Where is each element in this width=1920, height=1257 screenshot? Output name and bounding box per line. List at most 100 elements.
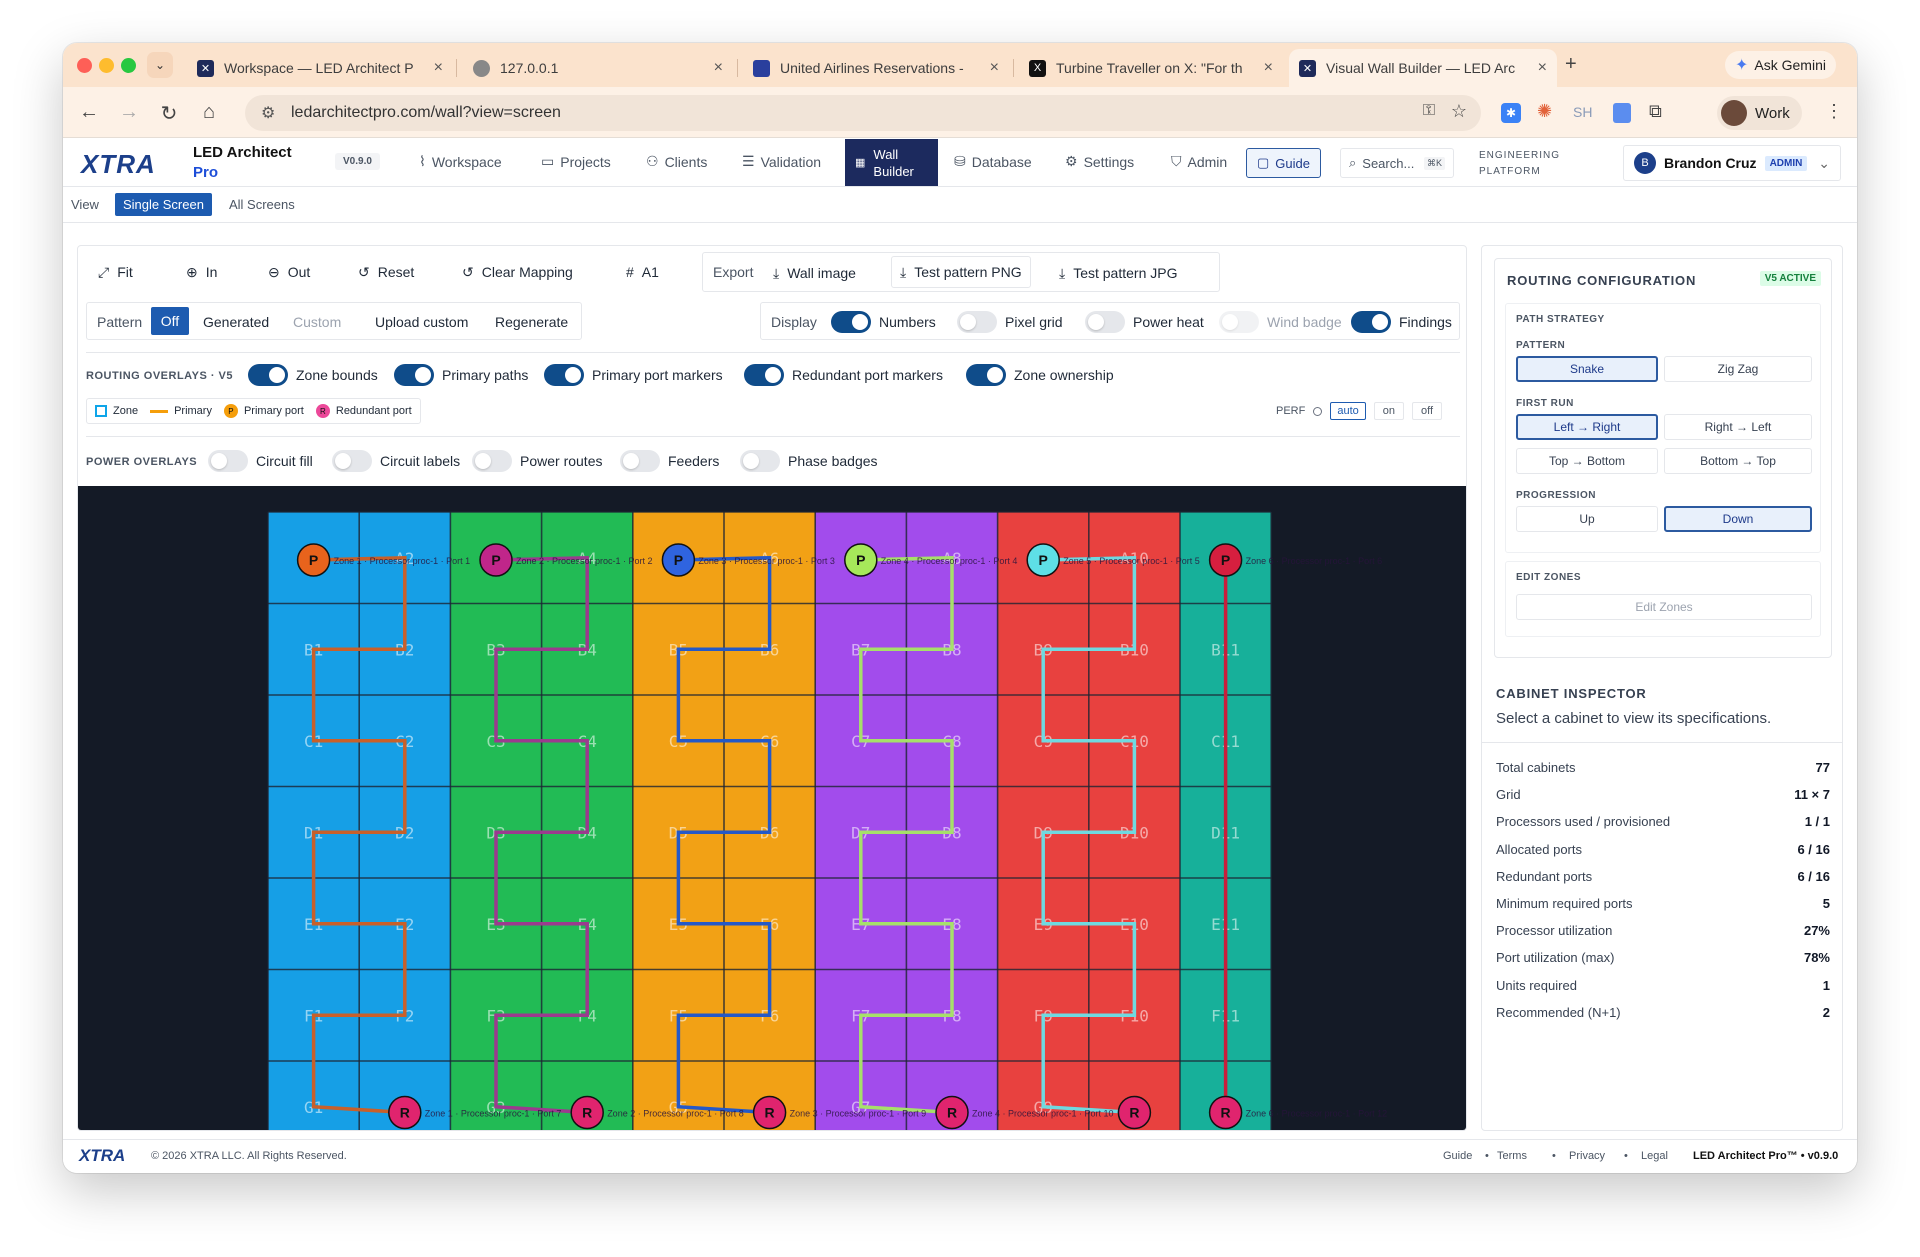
extension-doc-icon[interactable] <box>1613 103 1631 123</box>
forward-icon[interactable]: → <box>117 101 141 124</box>
single-screen-tab[interactable]: Single Screen <box>115 193 212 216</box>
minimize-window-button[interactable] <box>99 58 114 73</box>
browser-menu-icon[interactable]: ⋮ <box>1825 101 1843 122</box>
redundant-port-marker-label: R <box>400 1105 410 1121</box>
close-tab-icon[interactable]: × <box>714 59 723 77</box>
nav-validation[interactable]: ☰ Validation <box>742 153 821 170</box>
close-tab-icon[interactable]: × <box>1538 59 1547 77</box>
home-icon[interactable]: ⌂ <box>197 101 221 124</box>
maximize-window-button[interactable] <box>121 58 136 73</box>
button-label: Wall image <box>787 265 856 281</box>
address-bar[interactable]: ⚙ ledarchitectpro.com/wall?view=screen ⚿… <box>245 95 1481 131</box>
feeders-toggle[interactable] <box>620 450 660 472</box>
platform-line: ENGINEERING <box>1479 150 1561 161</box>
back-icon[interactable]: ← <box>77 101 101 124</box>
nav-workspace[interactable]: ⌇ Workspace <box>419 153 502 170</box>
activity-icon: ⌇ <box>419 153 426 169</box>
power-routes-toggle[interactable] <box>472 450 512 472</box>
site-info-icon[interactable]: ⚙ <box>261 103 275 123</box>
clear-mapping-button[interactable]: ↺ Clear Mapping <box>462 252 573 292</box>
perf-auto-option[interactable]: auto <box>1330 402 1366 420</box>
nav-wall-builder[interactable]: ▦ Wall Builder <box>845 139 938 186</box>
export-test-pattern-jpg-button[interactable]: ⤓ Test pattern JPG <box>1059 253 1177 293</box>
circuit-fill-toggle[interactable] <box>208 450 248 472</box>
export-wall-image-button[interactable]: ⤓ Wall image <box>773 253 856 293</box>
redundant-port-label: Zone 2 · Processor proc-1 · Port 8 <box>607 1109 744 1119</box>
zone-bounds-toggle[interactable] <box>248 364 288 386</box>
pattern-off-option[interactable]: Off <box>151 307 189 335</box>
upload-custom-button[interactable]: Upload custom <box>375 314 468 330</box>
regenerate-button[interactable]: Regenerate <box>495 314 568 330</box>
left-to-right-option[interactable]: Left → Right <box>1516 414 1658 440</box>
zoom-out-button[interactable]: ⊖ Out <box>268 252 310 292</box>
browser-tab[interactable]: ✕ Workspace — LED Architect P × <box>187 49 453 87</box>
zoom-in-button[interactable]: ⊕ In <box>186 252 217 292</box>
primary-paths-toggle[interactable] <box>394 364 434 386</box>
edit-zones-button[interactable]: Edit Zones <box>1516 594 1812 620</box>
snake-option[interactable]: Snake <box>1516 356 1658 382</box>
footer-link-legal[interactable]: Legal <box>1641 1150 1668 1162</box>
progression-up-option[interactable]: Up <box>1516 506 1658 532</box>
perf-off-option[interactable]: off <box>1412 402 1443 420</box>
browser-tab[interactable]: 127.0.0.1 × <box>463 49 733 87</box>
download-icon: ⤓ <box>773 264 780 281</box>
zigzag-option[interactable]: Zig Zag <box>1664 356 1812 382</box>
search-input[interactable]: ⌕ Search... ⌘K <box>1340 148 1454 178</box>
nav-admin[interactable]: ⛉ Admin <box>1171 153 1227 170</box>
all-screens-tab[interactable]: All Screens <box>229 197 295 212</box>
pattern-custom-option[interactable]: Custom <box>293 314 341 330</box>
reset-button[interactable]: ↺ Reset <box>358 252 414 292</box>
bottom-to-top-option[interactable]: Bottom → Top <box>1664 448 1812 474</box>
footer-link-guide[interactable]: Guide <box>1443 1150 1472 1162</box>
cell-selector[interactable]: # A1 <box>626 252 659 292</box>
primary-port-markers-toggle[interactable] <box>544 364 584 386</box>
wind-badge-toggle[interactable] <box>1219 311 1259 333</box>
redundant-port-markers-toggle[interactable] <box>744 364 784 386</box>
profile-button[interactable]: Work <box>1717 96 1802 130</box>
top-to-bottom-option[interactable]: Top → Bottom <box>1516 448 1658 474</box>
xtra-logo[interactable]: XTRA <box>81 149 156 180</box>
bookmark-star-icon[interactable]: ☆ <box>1451 101 1467 122</box>
gemini-button[interactable]: ✦ Ask Gemini <box>1725 51 1836 79</box>
export-test-pattern-png-button[interactable]: ⤓ Test pattern PNG <box>891 256 1031 288</box>
power-heat-toggle[interactable] <box>1085 311 1125 333</box>
findings-toggle[interactable] <box>1351 311 1391 333</box>
browser-tab-active[interactable]: ✕ Visual Wall Builder — LED Arc × <box>1289 49 1557 87</box>
extensions-puzzle-icon[interactable]: ⧉ <box>1649 101 1662 122</box>
browser-tab[interactable]: X Turbine Traveller on X: "For th × <box>1019 49 1283 87</box>
pattern-generated-option[interactable]: Generated <box>203 314 269 330</box>
browser-tab[interactable]: United Airlines Reservations - × <box>743 49 1009 87</box>
close-tab-icon[interactable]: × <box>990 59 999 77</box>
toggle-label: Wind badge <box>1267 314 1342 330</box>
zone-ownership-toggle[interactable] <box>966 364 1006 386</box>
led-wall[interactable]: A1A2A3A4A5A6A7A8A9A10A11B1B2B3B4B5B6B7B8… <box>78 486 1467 1131</box>
close-window-button[interactable] <box>77 58 92 73</box>
extension-claude-icon[interactable]: ✺ <box>1537 101 1552 122</box>
nav-settings[interactable]: ⚙ Settings <box>1065 153 1134 170</box>
extension-sh-icon[interactable]: SH <box>1573 104 1592 120</box>
close-tab-icon[interactable]: × <box>434 59 443 77</box>
key-icon[interactable]: ⚿ <box>1423 102 1435 120</box>
reload-icon[interactable]: ↻ <box>157 101 181 126</box>
circuit-labels-toggle[interactable] <box>332 450 372 472</box>
nav-clients[interactable]: ⚇ Clients <box>646 153 707 170</box>
footer-link-terms[interactable]: Terms <box>1497 1150 1527 1162</box>
pixel-grid-toggle[interactable] <box>957 311 997 333</box>
numbers-toggle[interactable] <box>831 311 871 333</box>
user-menu[interactable]: B Brandon Cruz ADMIN ⌄ <box>1623 145 1841 181</box>
footer-link-privacy[interactable]: Privacy <box>1569 1150 1605 1162</box>
extension-icon[interactable]: ✱ <box>1501 103 1521 123</box>
toggle-label: Zone ownership <box>1014 367 1114 383</box>
nav-projects[interactable]: ▭ Projects <box>541 153 611 170</box>
phase-badges-toggle[interactable] <box>740 450 780 472</box>
nav-database[interactable]: ⛁ Database <box>954 153 1032 170</box>
progression-down-option[interactable]: Down <box>1664 506 1812 532</box>
fit-button[interactable]: ⤢ Fit <box>98 252 133 292</box>
close-tab-icon[interactable]: × <box>1264 59 1273 77</box>
nav-guide[interactable]: ▢ Guide <box>1246 148 1321 178</box>
perf-on-option[interactable]: on <box>1373 402 1405 420</box>
wall-canvas[interactable]: A1A2A3A4A5A6A7A8A9A10A11B1B2B3B4B5B6B7B8… <box>78 486 1467 1131</box>
new-tab-button[interactable]: + <box>1565 53 1577 76</box>
right-to-left-option[interactable]: Right → Left <box>1664 414 1812 440</box>
tab-search-button[interactable]: ⌄ <box>147 52 173 78</box>
